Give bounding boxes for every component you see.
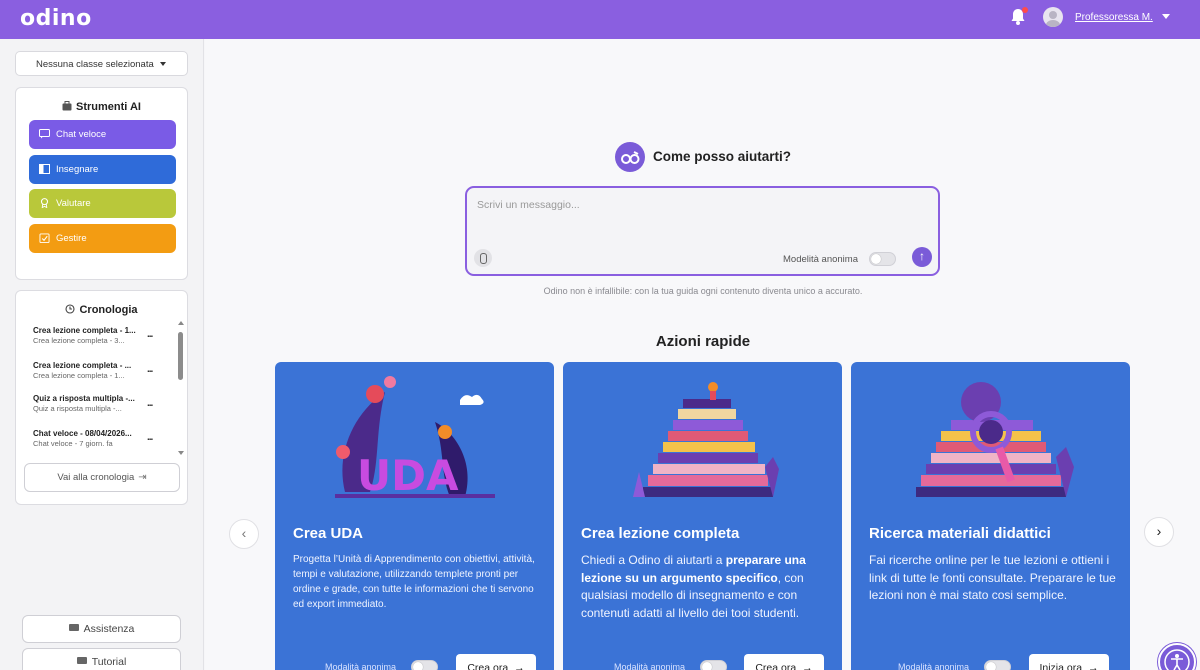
create-lesson-button[interactable]: Crea ora → — [744, 654, 824, 670]
history-clock-icon — [65, 304, 76, 314]
history-item-more-icon[interactable]: ... — [147, 364, 153, 375]
uda-illustration-text: UDA — [357, 451, 459, 500]
card-anonymous-mode-label: Modalità anonima — [325, 662, 397, 670]
sidebar: Nessuna classe selezionata Strumenti AI … — [0, 39, 204, 670]
scroll-down-arrow-icon[interactable] — [178, 451, 184, 455]
quick-action-card-research[interactable]: Ricerca materiali didattici Fai ricerche… — [851, 362, 1130, 670]
arrow-right-icon: → — [802, 662, 813, 670]
history-panel: Cronologia Crea lezione completa - 1... … — [15, 290, 188, 505]
carousel-prev-arrow-icon[interactable]: ‹ — [229, 519, 259, 549]
history-item[interactable]: Crea lezione completa - ... Crea lezione… — [33, 361, 163, 380]
carousel-next-arrow-icon[interactable]: › — [1144, 517, 1174, 547]
avatar[interactable] — [1043, 7, 1063, 27]
anonymous-mode-label: Modelità anonima — [783, 254, 858, 265]
user-name-link[interactable]: Professoressa M. — [1075, 12, 1153, 23]
uda-illustration: UDA — [335, 376, 495, 500]
top-bar: odino Professoressa M. — [0, 0, 1200, 39]
chevron-down-icon — [160, 62, 166, 66]
quick-action-card-uda[interactable]: UDA Crea UDA Progetta l’Unità di Apprend… — [275, 362, 554, 670]
tool-valutare-button[interactable]: Valutare — [29, 189, 176, 218]
clipboard-check-icon — [39, 233, 50, 243]
card-anonymous-mode-label: Modalità anonima — [614, 662, 686, 670]
support-button[interactable]: Assistenza — [22, 615, 181, 643]
arrow-right-icon: → — [514, 662, 525, 670]
history-item[interactable]: Chat veloce - 08/04/2026... Chat veloce … — [33, 429, 163, 448]
class-select-dropdown[interactable]: Nessuna classe selezionata — [15, 51, 188, 76]
chat-icon — [39, 129, 50, 139]
odino-logo[interactable]: odino — [20, 6, 92, 31]
main-content: Come posso aiutarti? Modelità anonima ↑ … — [205, 39, 1200, 670]
quick-action-card-full-lesson[interactable]: Crea lezione completa Chiedi a Odino di … — [563, 362, 842, 670]
go-to-history-button[interactable]: Vai alla cronologia ⇥ — [24, 463, 180, 492]
disclaimer-text: Odino non è infallibile: con la tua guid… — [543, 286, 863, 296]
card-description: Fai ricerche online per le tue lezioni e… — [869, 553, 1116, 602]
briefcase-icon — [62, 101, 72, 111]
scroll-up-arrow-icon[interactable] — [178, 321, 184, 325]
ai-tools-title: Strumenti AI — [16, 101, 187, 113]
award-icon — [40, 198, 49, 208]
chat-box: Modelità anonima ↑ — [465, 186, 940, 276]
quick-actions-title: Azioni rapide — [655, 333, 751, 350]
ai-tools-panel: Strumenti AI Chat veloce Insegnare Valut… — [15, 87, 188, 280]
history-item[interactable]: Quiz a risposta multipla -... Quiz a ris… — [33, 394, 163, 413]
send-button[interactable]: ↑ — [912, 247, 932, 267]
tool-gestire-button[interactable]: Gestire — [29, 224, 176, 253]
user-menu-chevron-down-icon[interactable] — [1162, 14, 1170, 19]
odino-glasses-icon — [615, 142, 645, 172]
card-description: Chiedi a Odino di aiutarti a preparare u… — [581, 553, 806, 620]
card-title: Crea UDA — [293, 525, 364, 542]
card-anonymous-mode-toggle[interactable] — [700, 660, 727, 670]
book-icon — [39, 164, 50, 174]
tool-insegnare-button[interactable]: Insegnare — [29, 155, 176, 184]
magnifier-books-illustration — [916, 382, 1074, 497]
history-item[interactable]: Crea lezione completa - 1... Crea lezion… — [33, 326, 163, 345]
book-stack-illustration — [633, 382, 779, 497]
history-item-more-icon[interactable]: ... — [147, 329, 153, 340]
history-item-more-icon[interactable]: ... — [147, 398, 153, 409]
create-uda-button[interactable]: Crea ora → — [456, 654, 536, 670]
card-anonymous-mode-toggle[interactable] — [411, 660, 438, 670]
class-select-label: Nessuna classe selezionata — [36, 59, 154, 70]
anonymous-mode-toggle[interactable] — [869, 252, 896, 266]
arrow-right-icon: → — [1088, 662, 1099, 670]
card-title: Ricerca materiali didattici — [869, 525, 1051, 542]
card-title: Crea lezione completa — [581, 525, 740, 542]
exit-arrow-icon: ⇥ — [138, 472, 147, 483]
card-anonymous-mode-label: Modalità anonima — [898, 662, 970, 670]
keyboard-icon — [68, 624, 79, 631]
notifications-bell-icon[interactable] — [1010, 7, 1028, 26]
message-input[interactable] — [477, 199, 917, 211]
history-scrollbar[interactable] — [177, 321, 184, 455]
paperclip-icon[interactable] — [474, 249, 492, 267]
start-research-button[interactable]: Inizia ora → — [1029, 654, 1109, 670]
accessibility-icon[interactable] — [1158, 643, 1196, 670]
history-item-more-icon[interactable]: ... — [147, 432, 153, 443]
tool-chat-veloce-button[interactable]: Chat veloce — [29, 120, 176, 149]
prompt-title: Come posso aiutarti? — [653, 149, 792, 164]
history-title: Cronologia — [16, 304, 187, 316]
video-play-icon — [76, 657, 87, 664]
notification-dot — [1022, 7, 1028, 13]
card-description: Progetta l’Unità di Apprendimento con ob… — [293, 554, 535, 610]
tutorial-button[interactable]: Tutorial — [22, 648, 181, 670]
scrollbar-thumb[interactable] — [178, 332, 183, 380]
card-anonymous-mode-toggle[interactable] — [984, 660, 1011, 670]
